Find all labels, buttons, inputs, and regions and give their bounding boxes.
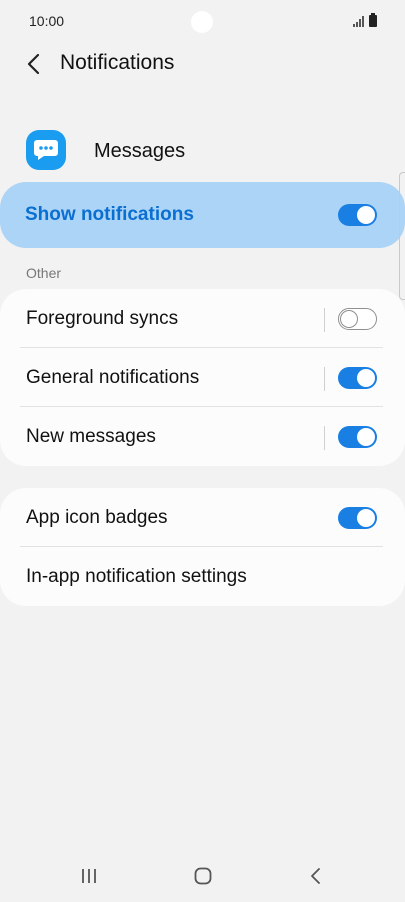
app-icon-badges-toggle[interactable] <box>338 507 377 529</box>
status-time: 10:00 <box>29 13 65 29</box>
home-icon <box>194 867 212 885</box>
other-settings-card: Foreground syncs General notifications N… <box>0 289 405 466</box>
messages-app-icon <box>26 130 66 170</box>
in-app-notification-settings-label: In-app notification settings <box>26 566 247 587</box>
new-messages-label: New messages <box>26 426 156 447</box>
battery-icon <box>369 13 377 27</box>
back-button[interactable] <box>18 48 50 80</box>
general-notifications-label: General notifications <box>26 367 200 388</box>
section-header-other: Other <box>26 265 62 281</box>
recents-icon <box>82 869 96 883</box>
show-notifications-toggle[interactable] <box>338 204 377 226</box>
new-messages-toggle[interactable] <box>338 426 377 448</box>
show-notifications-label: Show notifications <box>25 204 194 225</box>
show-notifications-row[interactable]: Show notifications <box>0 182 405 248</box>
signal-icon <box>353 16 365 27</box>
app-info: Messages <box>0 128 405 176</box>
toggle-knob <box>340 309 358 328</box>
scrollbar[interactable] <box>399 172 405 300</box>
general-notifications-row[interactable]: General notifications <box>0 348 405 407</box>
home-button[interactable] <box>187 862 219 890</box>
toggle-knob <box>357 428 375 446</box>
in-app-notification-settings-row[interactable]: In-app notification settings <box>0 547 405 606</box>
status-icons <box>353 13 377 27</box>
camera-cutout <box>191 11 213 33</box>
foreground-syncs-label: Foreground syncs <box>26 308 179 329</box>
status-bar: 10:00 <box>0 0 405 44</box>
chevron-left-icon <box>27 53 40 75</box>
page-title: Notifications <box>60 51 175 74</box>
app-icon-badges-label: App icon badges <box>26 507 168 528</box>
new-messages-row[interactable]: New messages <box>0 407 405 466</box>
badges-settings-card: App icon badges In-app notification sett… <box>0 488 405 606</box>
app-name: Messages <box>94 140 186 162</box>
nav-back-button[interactable] <box>300 862 332 890</box>
navigation-bar <box>0 850 405 902</box>
back-icon <box>311 868 320 884</box>
divider <box>324 367 325 391</box>
toggle-knob <box>357 509 375 527</box>
divider <box>324 426 325 450</box>
app-bar: Notifications <box>0 44 405 84</box>
divider <box>324 308 325 332</box>
general-notifications-toggle[interactable] <box>338 367 377 389</box>
foreground-syncs-row[interactable]: Foreground syncs <box>0 289 405 348</box>
foreground-syncs-toggle[interactable] <box>338 308 377 330</box>
chat-bubble-icon <box>34 140 58 160</box>
toggle-knob <box>357 369 375 387</box>
toggle-knob <box>357 206 375 224</box>
app-icon-badges-row[interactable]: App icon badges <box>0 488 405 547</box>
recents-button[interactable] <box>73 862 105 890</box>
